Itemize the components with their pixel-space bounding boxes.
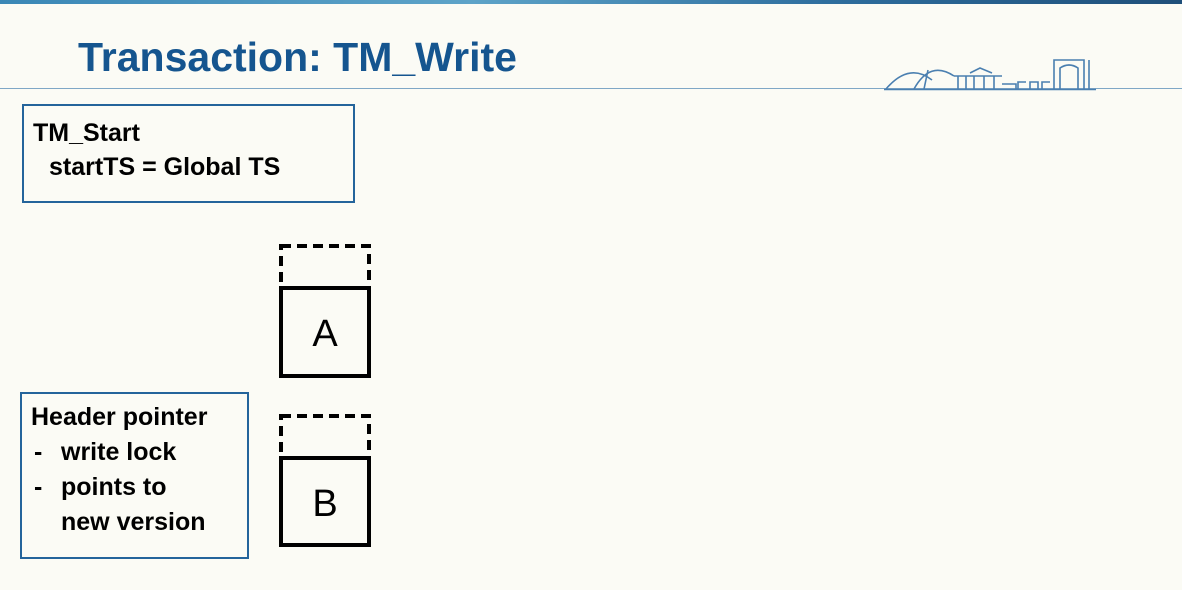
start-ts-line: startTS = Global TS (49, 153, 281, 181)
top-accent-strip (0, 0, 1182, 4)
bullet-dash: - (34, 438, 43, 466)
bullet-points-to: - points to (31, 470, 247, 505)
header-pointer-heading: Header pointer (31, 403, 208, 431)
object-b: B (279, 414, 371, 547)
slide-title: Transaction: TM_Write (78, 34, 517, 80)
bullet-text: points to (61, 473, 167, 501)
object-a-label: A (312, 313, 338, 355)
bullet-dash: - (34, 473, 43, 501)
bullet-text: write lock (61, 438, 177, 466)
university-bridge-logo-icon (884, 59, 1096, 91)
bullet-write-lock: - write lock (31, 435, 247, 470)
object-a-new-version-slot (279, 244, 371, 290)
object-b-label: B (312, 483, 337, 525)
tm-start-box: TM_Start startTS = Global TS (22, 104, 355, 203)
version-objects-diagram: A B (279, 244, 371, 547)
object-a: A (279, 244, 371, 378)
object-b-new-version-slot (279, 414, 371, 460)
bullet-continuation: new version (61, 508, 206, 536)
header-pointer-box: Header pointer - write lock - points to … (20, 392, 249, 559)
tm-start-heading: TM_Start (33, 119, 140, 147)
